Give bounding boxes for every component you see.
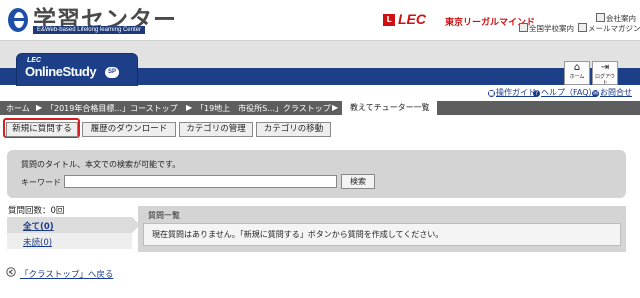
- e-logo-icon: [8, 8, 28, 32]
- guide-link[interactable]: ■ 操作ガイド: [488, 87, 536, 98]
- brand-name: OnlineStudy: [25, 64, 97, 79]
- help-icon: ?: [533, 90, 540, 97]
- breadcrumb-separator-icon: ▶: [36, 103, 43, 112]
- category-manage-button[interactable]: カテゴリの管理: [179, 122, 253, 137]
- breadcrumb-class[interactable]: 「19地上 市役所S...」クラストップ: [196, 103, 331, 114]
- home-icon: ⌂: [573, 62, 581, 73]
- back-to-class-link[interactable]: 「クラストップ」へ戻る: [20, 268, 113, 280]
- category-move-button[interactable]: カテゴリの移動: [256, 122, 331, 137]
- mailmag-link[interactable]: メールマガジン: [578, 23, 640, 34]
- breadcrumb-separator-icon: ▶: [186, 103, 193, 112]
- schools-link[interactable]: 全国学校案内: [519, 23, 574, 34]
- lec-mark-icon: L: [383, 14, 395, 26]
- contact-link[interactable]: ✉ お問合せ: [592, 87, 632, 98]
- mail-icon: ✉: [592, 90, 599, 97]
- breadcrumb-course[interactable]: 「2019年合格目標...」コーストップ: [46, 103, 178, 114]
- breadcrumb: ホーム ▶ 「2019年合格目標...」コーストップ ▶ 「19地上 市役所S.…: [0, 101, 640, 115]
- mail-icon: [578, 23, 587, 32]
- sp-badge: SP: [105, 67, 119, 78]
- book-icon: ■: [488, 90, 495, 97]
- logout-icon: ⇥: [600, 62, 610, 73]
- search-note: 質問のタイトル、本文での検索が可能です。: [21, 160, 181, 169]
- new-question-button[interactable]: 新規に質問する: [6, 122, 78, 137]
- history-download-button[interactable]: 履歴のダウンロード: [82, 122, 176, 137]
- back-arrow-icon: [6, 267, 16, 277]
- faq-link[interactable]: ? ヘルプ（FAQ）: [533, 87, 597, 98]
- home-button[interactable]: ⌂ ホーム: [564, 61, 590, 85]
- lec-wordmark: LEC: [398, 11, 426, 27]
- search-button[interactable]: 検索: [341, 174, 375, 189]
- search-panel: 質問のタイトル、本文での検索が可能です。 キーワード 検索: [7, 150, 626, 198]
- question-list-body: 現在質問はありません。「新規に質問する」ボタンから質問を作成してください。: [143, 223, 621, 246]
- keyword-input[interactable]: [64, 175, 337, 188]
- question-count: 質問回数：0回: [8, 206, 65, 216]
- building-icon: [596, 13, 605, 22]
- question-list-title: 質問一覧: [148, 211, 180, 220]
- logout-button[interactable]: ⇥ ログアウト: [592, 61, 618, 86]
- empty-message: 現在質問はありません。「新規に質問する」ボタンから質問を作成してください。: [152, 230, 444, 239]
- site-logo-subtitle: E&Web-based Lifelong learning Center: [33, 26, 145, 34]
- online-study-tab: LEC OnlineStudy SP: [16, 53, 138, 88]
- breadcrumb-home[interactable]: ホーム: [6, 103, 30, 114]
- pencil-icon: [519, 23, 528, 32]
- filter-unread-link[interactable]: 未読(0): [23, 236, 52, 248]
- site-header: 学習センター E&Web-based Lifelong learning Cen…: [0, 0, 640, 41]
- brand-prefix: LEC: [27, 57, 41, 64]
- filter-all-link[interactable]: 全て(0): [23, 220, 54, 232]
- breadcrumb-separator-icon: ▶: [332, 103, 339, 112]
- filter-box: 全て(0) 未読(0): [7, 217, 140, 249]
- app-banner: LEC OnlineStudy SP ⌂ ホーム ⇥ ログアウト: [0, 41, 640, 88]
- keyword-label: キーワード: [21, 178, 61, 187]
- breadcrumb-current: 教えてチューター一覧: [342, 101, 437, 115]
- question-list-panel: 質問一覧 現在質問はありません。「新規に質問する」ボタンから質問を作成してくださ…: [138, 206, 626, 252]
- help-row: ■ 操作ガイド ? ヘルプ（FAQ） ✉ お問合せ: [0, 86, 640, 100]
